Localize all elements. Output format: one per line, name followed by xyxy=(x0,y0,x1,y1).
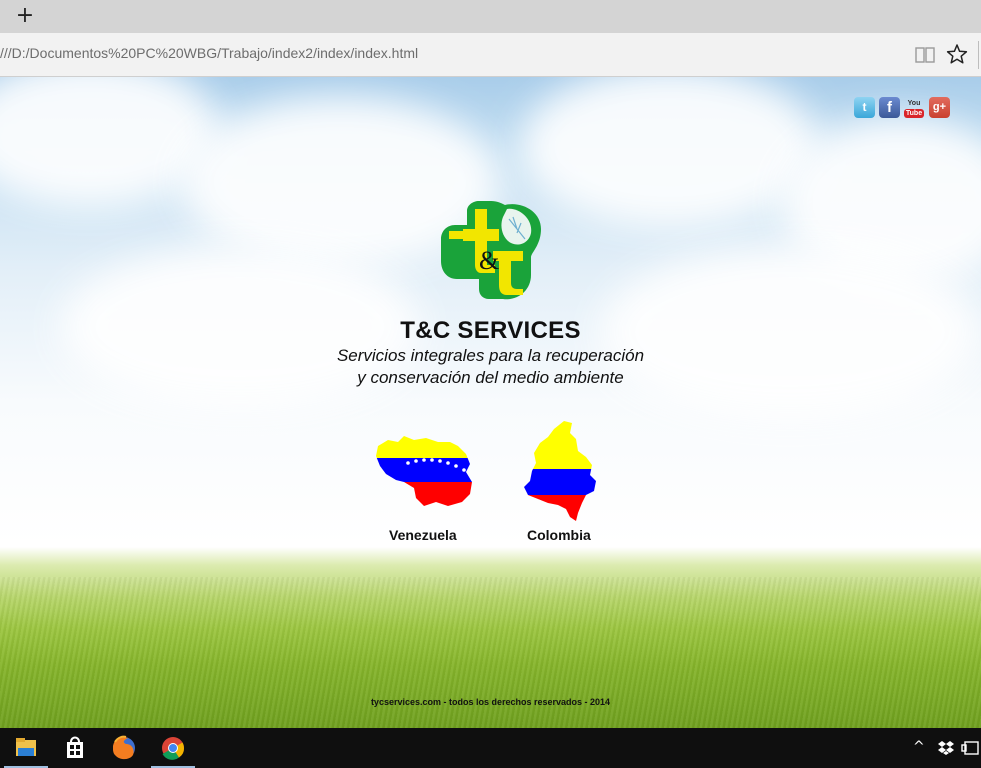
windows-store-icon[interactable] xyxy=(51,728,99,768)
tc-services-logo: & xyxy=(441,201,541,300)
venezuela-map-link[interactable] xyxy=(374,432,476,508)
footer-copyright: tycservices.com - todos los derechos res… xyxy=(370,697,611,707)
twitter-icon[interactable]: t xyxy=(854,97,875,118)
country-label-colombia[interactable]: Colombia xyxy=(527,527,591,543)
colombia-map-link[interactable] xyxy=(520,419,598,522)
file-explorer-icon[interactable] xyxy=(2,728,50,768)
facebook-icon[interactable]: f xyxy=(879,97,900,118)
google-plus-icon[interactable]: g+ xyxy=(929,97,950,118)
notification-icon[interactable] xyxy=(961,740,979,756)
firefox-icon[interactable] xyxy=(100,728,148,768)
youtube-icon-top: You xyxy=(907,100,921,107)
country-label-venezuela[interactable]: Venezuela xyxy=(389,527,457,543)
tagline-line-1: Servicios integrales para la recuperació… xyxy=(336,346,645,365)
youtube-icon[interactable]: You Tube xyxy=(904,97,924,118)
new-tab-button[interactable]: + xyxy=(14,5,36,27)
page-viewport: t f You Tube g+ & T&C SERVICES Servicios… xyxy=(0,77,981,728)
youtube-icon-bottom: Tube xyxy=(904,109,924,118)
dropbox-icon[interactable] xyxy=(937,739,955,757)
url-field[interactable]: ///D:/Documentos%20PC%20WBG/Trabajo/inde… xyxy=(0,45,418,61)
reading-view-icon[interactable] xyxy=(914,44,936,66)
tray-overflow-chevron[interactable]: ^ xyxy=(913,739,925,755)
cloud xyxy=(520,77,820,227)
page-title: T&C SERVICES xyxy=(400,317,581,344)
favorite-star-icon[interactable] xyxy=(946,43,968,65)
logo-ampersand: & xyxy=(479,246,499,275)
tab-bar: + xyxy=(0,0,981,33)
address-bar: ///D:/Documentos%20PC%20WBG/Trabajo/inde… xyxy=(0,33,981,77)
taskbar: ^ xyxy=(0,728,981,768)
tagline-line-2: y conservación del medio ambiente xyxy=(357,368,624,387)
chrome-icon[interactable] xyxy=(149,728,197,768)
address-bar-divider xyxy=(978,41,979,69)
